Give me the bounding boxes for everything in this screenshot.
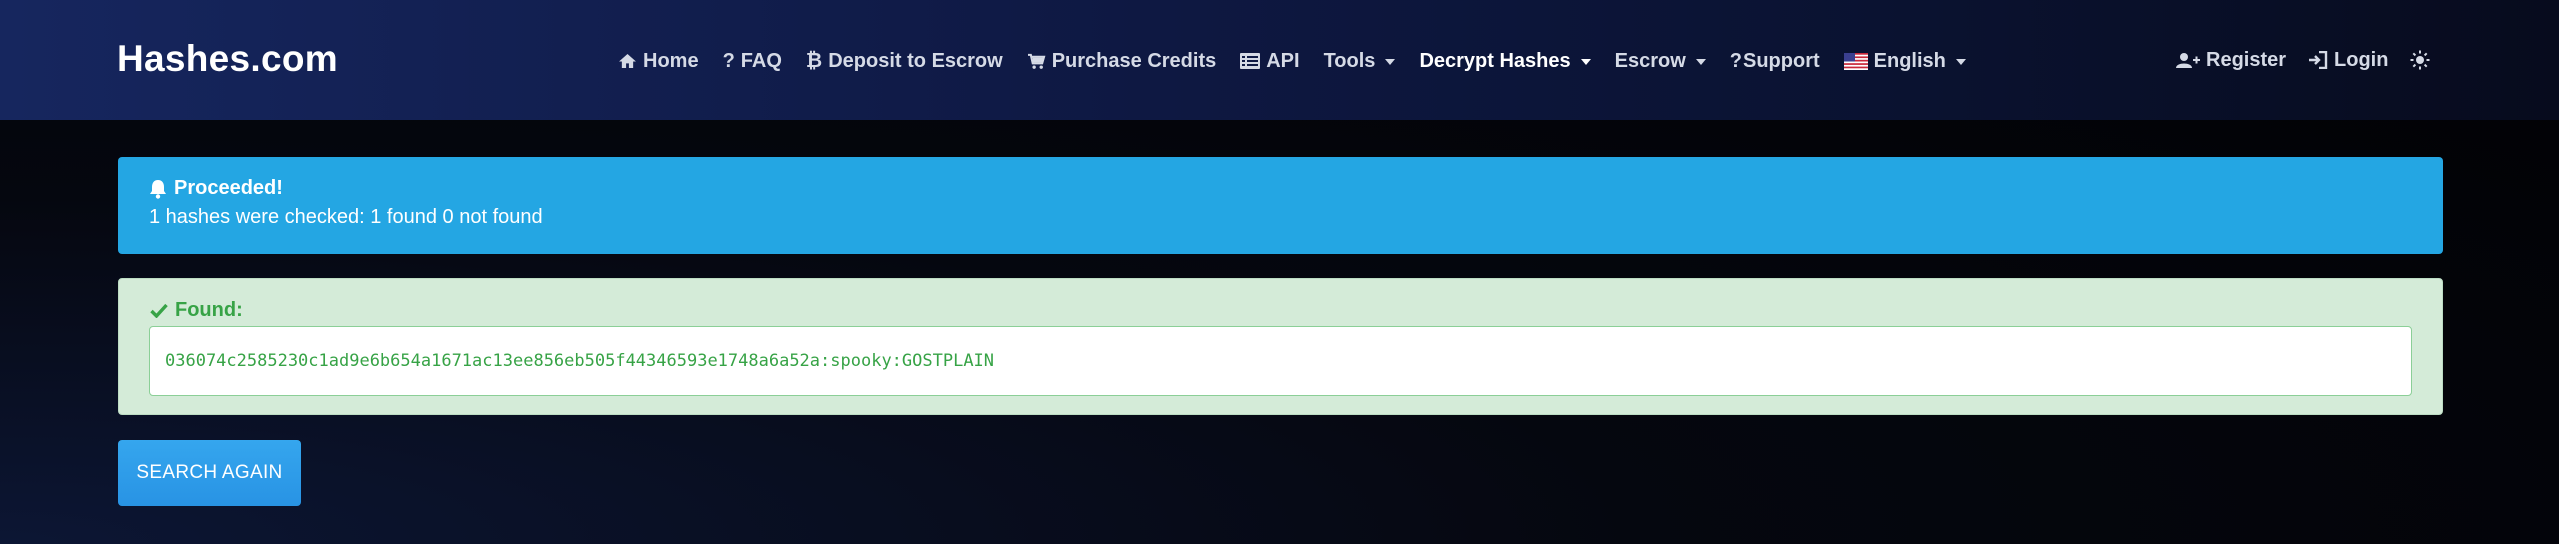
nav-deposit-escrow[interactable]: ₿ Deposit to Escrow (806, 50, 1003, 73)
nav-decrypt-label: Decrypt Hashes (1419, 49, 1571, 72)
bell-icon (149, 179, 167, 199)
nav-support[interactable]: ? Support (1730, 50, 1820, 73)
register-link[interactable]: Register (2176, 49, 2286, 72)
nav-api-label: API (1266, 49, 1300, 72)
alert-title-text: Proceeded! (174, 177, 283, 199)
check-icon (150, 303, 168, 318)
nav-deposit-label: Deposit to Escrow (828, 49, 1003, 72)
nav-support-label: Support (1743, 49, 1820, 72)
cart-icon (1027, 53, 1046, 70)
nav-home[interactable]: Home (618, 50, 699, 73)
auth-nav: Register Login (2176, 46, 2430, 74)
question-icon: ? (722, 49, 735, 72)
nav-tools-label: Tools (1323, 49, 1376, 72)
found-title: Found: (150, 299, 243, 322)
chevron-down-icon (1695, 59, 1706, 65)
question-icon: ? (1729, 49, 1742, 72)
search-again-button[interactable]: SEARCH AGAIN (118, 440, 301, 506)
nav-api[interactable]: API (1240, 49, 1300, 73)
list-icon (1240, 53, 1261, 69)
nav-faq[interactable]: ? FAQ (723, 50, 782, 73)
nav-purchase-label: Purchase Credits (1051, 49, 1217, 72)
sign-in-icon (2308, 51, 2328, 69)
chevron-down-icon (1580, 59, 1591, 65)
nav-escrow-label: Escrow (1614, 49, 1686, 72)
login-link[interactable]: Login (2308, 49, 2388, 72)
login-label: Login (2334, 48, 2389, 71)
found-label: Found: (175, 299, 243, 321)
found-result-panel: Found: 036074c2585230c1ad9e6b654a1671ac1… (118, 278, 2443, 415)
proceeded-alert: Proceeded! 1 hashes were checked: 1 foun… (118, 157, 2443, 254)
main-nav: Home ? FAQ ₿ Deposit to Escrow Purchase … (618, 47, 1966, 75)
alert-title: Proceeded! (149, 177, 2412, 200)
nav-escrow-dropdown[interactable]: Escrow (1615, 50, 1706, 73)
nav-language-label: English (1873, 49, 1946, 72)
theme-toggle[interactable] (2410, 50, 2430, 70)
nav-faq-label: FAQ (740, 49, 782, 72)
user-plus-icon (2176, 52, 2200, 69)
bitcoin-icon: ₿ (805, 49, 823, 72)
nav-home-label: Home (643, 49, 699, 72)
chevron-down-icon (1385, 59, 1396, 65)
found-result-field[interactable]: 036074c2585230c1ad9e6b654a1671ac13ee856e… (149, 326, 2412, 396)
nav-tools-dropdown[interactable]: Tools (1324, 50, 1396, 73)
brand-logo[interactable]: Hashes.com (117, 38, 338, 80)
home-icon (618, 53, 637, 69)
register-label: Register (2206, 48, 2287, 71)
nav-purchase-credits[interactable]: Purchase Credits (1027, 49, 1217, 73)
top-navbar: Hashes.com Home ? FAQ ₿ Deposit to Escro… (0, 0, 2559, 120)
nav-language-dropdown[interactable]: English (1843, 49, 1966, 73)
chevron-down-icon (1955, 59, 1966, 65)
sun-icon (2410, 50, 2430, 70)
us-flag-icon (1843, 52, 1868, 70)
nav-decrypt-hashes-dropdown[interactable]: Decrypt Hashes (1419, 49, 1591, 73)
alert-message: 1 hashes were checked: 1 found 0 not fou… (149, 206, 543, 228)
